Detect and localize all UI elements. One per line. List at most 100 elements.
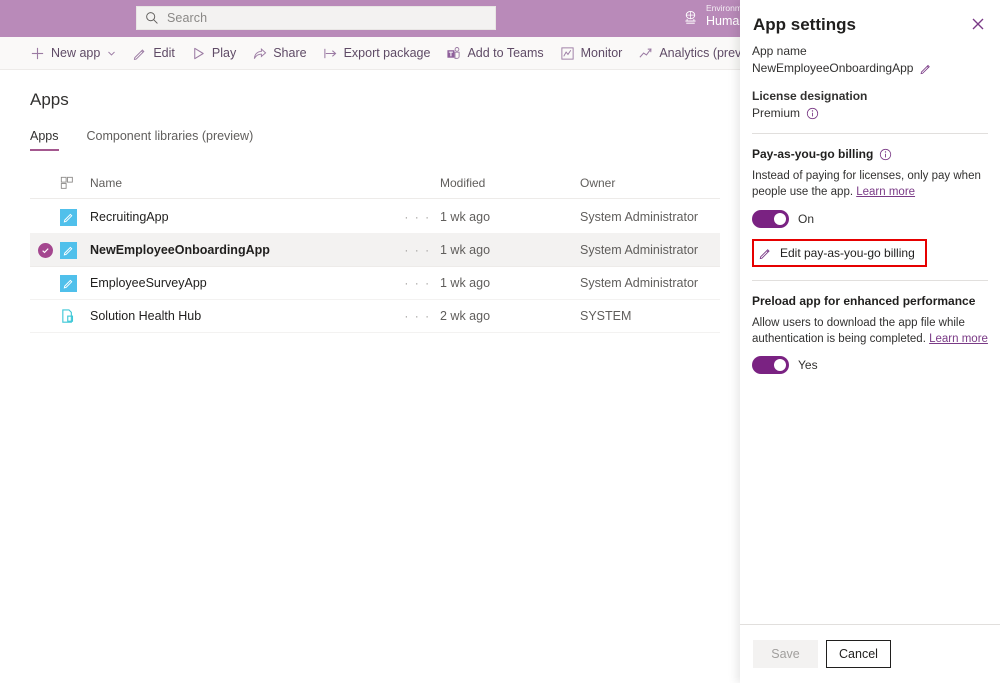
- tab-apps-label: Apps: [30, 129, 59, 143]
- row-app-name[interactable]: EmployeeSurveyApp: [90, 276, 395, 290]
- search-placeholder: Search: [167, 11, 207, 25]
- payg-toggle-state: On: [798, 212, 814, 226]
- row-modified: 2 wk ago: [440, 309, 580, 323]
- payg-description: Instead of paying for licenses, only pay…: [752, 168, 988, 201]
- page-title: Apps: [30, 90, 69, 110]
- save-button[interactable]: Save: [753, 640, 818, 668]
- panel-divider: [752, 133, 988, 134]
- play-label: Play: [212, 46, 236, 60]
- info-icon[interactable]: [806, 107, 819, 120]
- monitor-button[interactable]: Monitor: [552, 37, 631, 70]
- edit-payg-billing-button[interactable]: Edit pay-as-you-go billing: [752, 239, 927, 267]
- power-apps-maker-portal: Search Environment Human: [0, 0, 1000, 683]
- row-more-actions[interactable]: · · ·: [395, 276, 440, 290]
- table-row[interactable]: RecruitingApp · · · 1 wk ago System Admi…: [30, 201, 720, 234]
- row-app-name[interactable]: NewEmployeeOnboardingApp: [90, 243, 395, 257]
- column-header-name[interactable]: Name: [90, 176, 395, 190]
- tab-component-libraries-label: Component libraries (preview): [87, 129, 254, 143]
- license-designation-value: Premium: [752, 106, 800, 120]
- share-label: Share: [273, 46, 306, 60]
- row-app-name[interactable]: RecruitingApp: [90, 210, 395, 224]
- payg-toggle[interactable]: [752, 210, 789, 228]
- play-icon: [191, 46, 206, 61]
- monitor-icon: [560, 46, 575, 61]
- preload-title-text: Preload app for enhanced performance: [752, 294, 975, 308]
- toggle-knob: [774, 359, 786, 371]
- close-icon: [972, 18, 984, 30]
- table-row[interactable]: NewEmployeeOnboardingApp · · · 1 wk ago …: [30, 234, 720, 267]
- toggle-knob: [774, 213, 786, 225]
- panel-title: App settings: [753, 15, 856, 35]
- add-to-teams-button[interactable]: Add to Teams: [438, 37, 551, 70]
- payg-section-title: Pay-as-you-go billing: [752, 147, 988, 161]
- row-app-name[interactable]: Solution Health Hub: [90, 309, 395, 323]
- row-checkbox[interactable]: [30, 243, 60, 258]
- new-app-label: New app: [51, 46, 100, 60]
- panel-divider: [752, 280, 988, 281]
- add-to-teams-label: Add to Teams: [467, 46, 543, 60]
- row-more-actions[interactable]: · · ·: [395, 243, 440, 257]
- row-app-icon-cell: [60, 275, 90, 292]
- canvas-app-icon: [60, 275, 77, 292]
- license-designation-value-row: Premium: [752, 106, 988, 120]
- row-owner: System Administrator: [580, 243, 730, 257]
- edit-button[interactable]: Edit: [124, 37, 183, 70]
- app-name-value-row: NewEmployeeOnboardingApp: [752, 61, 988, 75]
- panel-header: App settings: [740, 10, 1000, 40]
- panel-body: App name NewEmployeeOnboardingApp Licens…: [740, 44, 1000, 374]
- tab-list: Apps Component libraries (preview): [30, 129, 281, 151]
- table-row[interactable]: EmployeeSurveyApp · · · 1 wk ago System …: [30, 267, 720, 300]
- pencil-icon[interactable]: [919, 62, 932, 75]
- license-designation-label: License designation: [752, 89, 988, 103]
- row-app-icon-cell: [60, 308, 90, 325]
- search-icon: [145, 11, 159, 25]
- row-selected-check-icon: [38, 243, 53, 258]
- tab-component-libraries[interactable]: Component libraries (preview): [87, 129, 254, 151]
- share-icon: [252, 46, 267, 61]
- row-app-icon-cell: [60, 242, 90, 259]
- preload-section-title: Preload app for enhanced performance: [752, 294, 988, 308]
- row-modified: 1 wk ago: [440, 210, 580, 224]
- grid-layout-icon: [60, 176, 74, 190]
- row-more-actions[interactable]: · · ·: [395, 309, 440, 323]
- payg-learn-more-link[interactable]: Learn more: [856, 186, 915, 198]
- canvas-app-icon: [60, 242, 77, 259]
- analytics-icon: [638, 46, 653, 61]
- edit-label: Edit: [153, 46, 175, 60]
- table-row[interactable]: Solution Health Hub · · · 2 wk ago SYSTE…: [30, 300, 720, 333]
- export-package-label: Export package: [344, 46, 431, 60]
- monitor-label: Monitor: [581, 46, 623, 60]
- edit-payg-billing-label: Edit pay-as-you-go billing: [780, 246, 915, 260]
- export-icon: [323, 46, 338, 61]
- tab-apps[interactable]: Apps: [30, 129, 59, 151]
- column-header-owner[interactable]: Owner: [580, 176, 730, 190]
- apps-main-content: Apps Apps Component libraries (preview) …: [0, 70, 740, 683]
- preload-toggle[interactable]: [752, 356, 789, 374]
- info-icon[interactable]: [879, 148, 892, 161]
- panel-footer: Save Cancel: [740, 624, 1000, 683]
- app-settings-panel: App settings App name NewEmployeeOnboard…: [740, 0, 1000, 683]
- table-header-row: Name Modified Owner: [30, 168, 720, 199]
- row-owner: System Administrator: [580, 276, 730, 290]
- play-button[interactable]: Play: [183, 37, 244, 70]
- column-header-modified[interactable]: Modified: [440, 176, 580, 190]
- teams-icon: [446, 46, 461, 61]
- plus-icon: [30, 46, 45, 61]
- environment-icon: [682, 10, 699, 27]
- new-app-button[interactable]: New app: [22, 37, 124, 70]
- preload-learn-more-link[interactable]: Learn more: [929, 333, 988, 345]
- close-panel-button[interactable]: [966, 12, 990, 36]
- search-input[interactable]: Search: [136, 6, 496, 30]
- chevron-down-icon: [107, 49, 116, 58]
- export-package-button[interactable]: Export package: [315, 37, 439, 70]
- row-modified: 1 wk ago: [440, 276, 580, 290]
- pencil-icon: [132, 46, 147, 61]
- icon-column-header[interactable]: [60, 176, 90, 190]
- row-owner: SYSTEM: [580, 309, 730, 323]
- model-app-icon: [60, 308, 77, 325]
- share-button[interactable]: Share: [244, 37, 314, 70]
- app-name-label: App name: [752, 44, 988, 58]
- cancel-button[interactable]: Cancel: [826, 640, 891, 668]
- row-more-actions[interactable]: · · ·: [395, 210, 440, 224]
- app-name-value: NewEmployeeOnboardingApp: [752, 61, 913, 75]
